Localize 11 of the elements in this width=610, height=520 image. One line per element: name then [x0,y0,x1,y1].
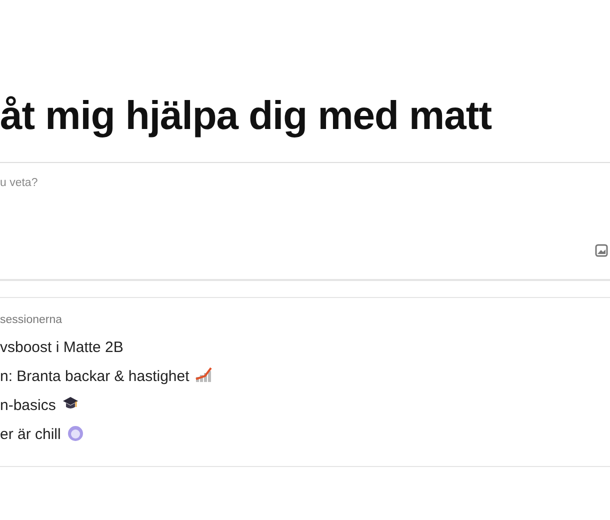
session-link[interactable]: er är chill [0,425,610,454]
sessions-title: sessionerna [0,313,64,328]
graduation-cap-icon [62,396,79,412]
session-link[interactable]: vsboost i Matte 2B [0,338,610,368]
session-link[interactable]: n-basics [0,396,610,426]
chart-icon [195,367,214,384]
image-icon[interactable] [595,244,608,257]
session-link[interactable]: n: Branta backar & hastighet [0,367,610,396]
round-emoji-icon [66,425,84,442]
page-heading: åt mig hjälpa dig med matt [0,93,493,140]
question-field[interactable]: u veta? [0,162,610,281]
